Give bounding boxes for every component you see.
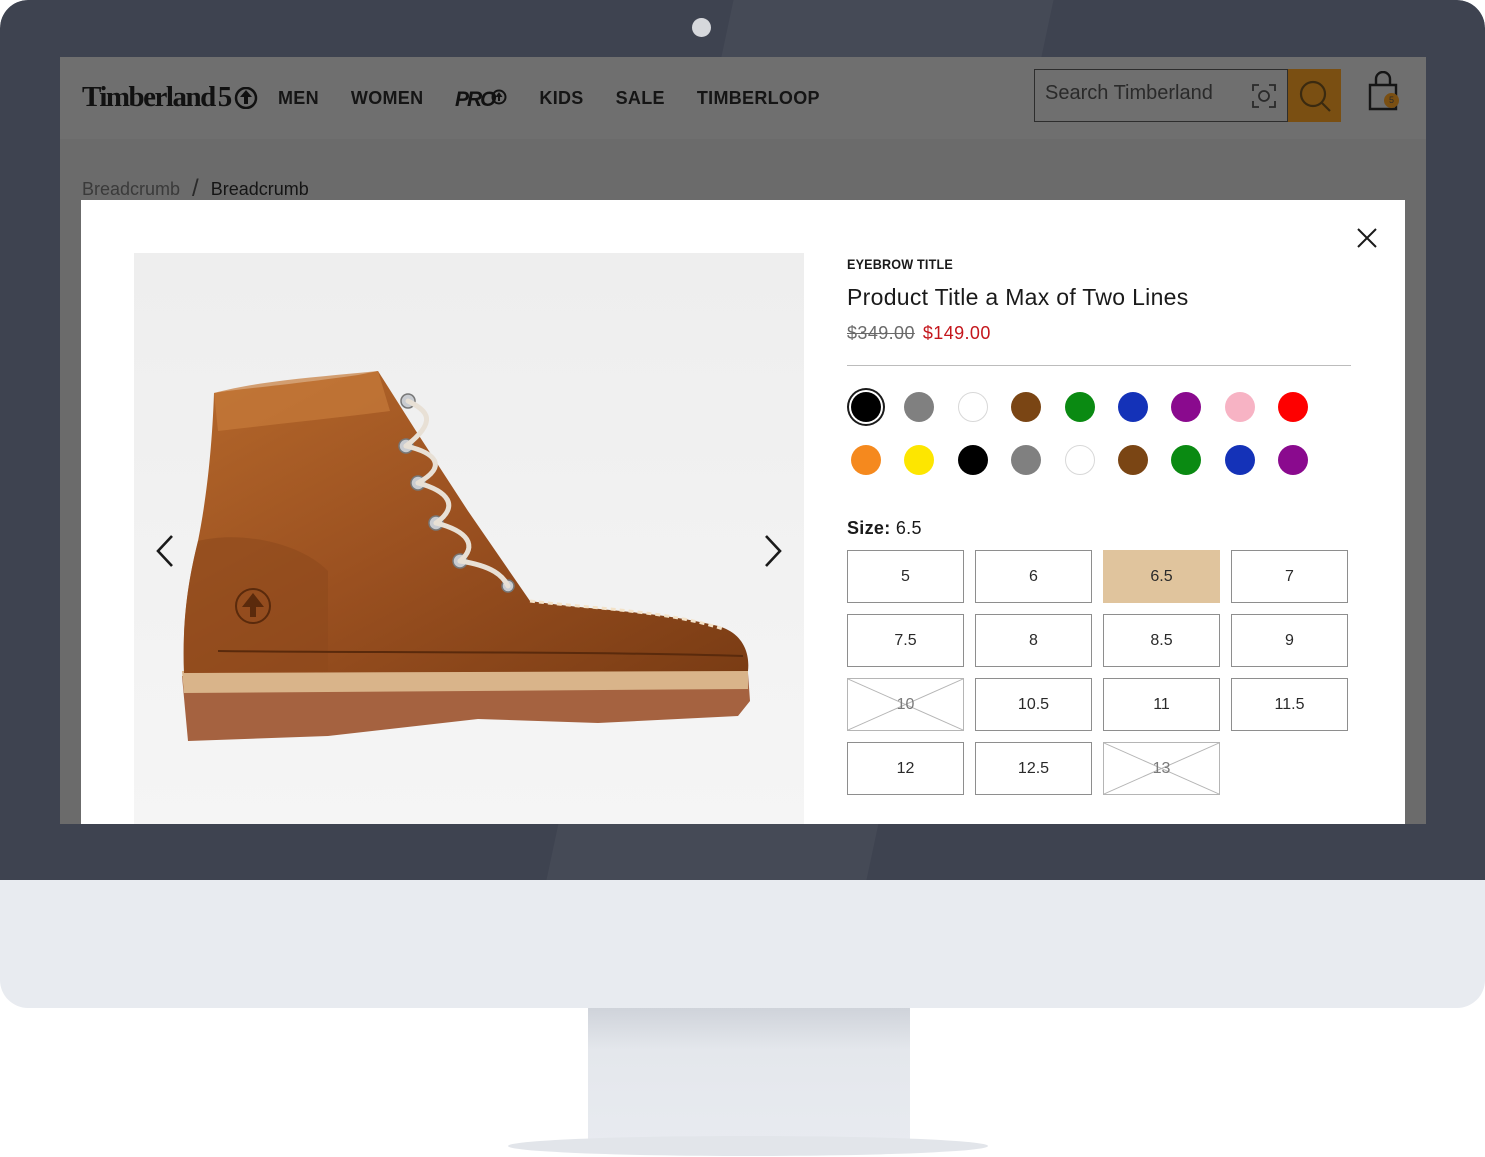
color-swatch[interactable] (1064, 392, 1095, 422)
pro-logo-text: PRO (455, 88, 496, 109)
product-image (182, 371, 750, 741)
size-option[interactable]: 5 (847, 550, 964, 603)
size-option-label: 13 (1152, 759, 1171, 777)
size-option-label: 7 (1285, 567, 1294, 585)
eyebrow-title: EYEBROW TITLE (847, 256, 953, 272)
screen: Timberland 5 MEN WOMEN PRO KIDS SALE TIM… (60, 57, 1426, 824)
size-option-label: 12 (896, 759, 915, 777)
timberland-logo[interactable]: Timberland 5 (82, 81, 258, 114)
quick-view-modal: EYEBROW TITLE Product Title a Max of Two… (81, 200, 1405, 824)
color-swatch[interactable] (957, 392, 988, 422)
color-swatch[interactable] (904, 392, 935, 422)
size-option-label: 8.5 (1150, 631, 1173, 649)
nav-item-men[interactable]: MEN (278, 88, 319, 109)
color-swatch[interactable] (904, 445, 935, 475)
size-option-label: 6.5 (1150, 567, 1173, 585)
monitor-stand-base (508, 1136, 988, 1156)
size-option-label: 11.5 (1274, 695, 1305, 713)
size-option[interactable]: 10 (847, 678, 964, 731)
size-option-label: 7.5 (894, 631, 917, 649)
nav-item-timberloop[interactable]: TIMBERLOOP (697, 88, 820, 109)
product-info: EYEBROW TITLE Product Title a Max of Two… (847, 256, 1357, 344)
price-row: $349.00 $149.00 (847, 323, 1357, 344)
size-option-label: 5 (901, 567, 910, 585)
sale-price: $149.00 (922, 323, 991, 343)
search-box (1034, 69, 1288, 122)
color-swatch[interactable] (1064, 445, 1095, 475)
original-price: $349.00 (847, 323, 915, 343)
color-swatch[interactable] (1224, 445, 1255, 475)
size-option[interactable]: 11 (1103, 678, 1220, 731)
size-option[interactable]: 8 (975, 614, 1092, 667)
size-option-label: 11 (1153, 695, 1170, 713)
shopping-bag-icon[interactable] (1366, 71, 1406, 115)
size-label-text: Size: (847, 518, 891, 538)
color-swatch[interactable] (1278, 392, 1309, 422)
color-swatch[interactable] (1011, 445, 1042, 475)
nav-item-pro-logo[interactable]: PRO (455, 87, 507, 109)
size-option[interactable]: 6 (975, 550, 1092, 603)
search-button[interactable] (1288, 69, 1341, 122)
logo-suffix: 5 (217, 81, 233, 113)
size-option-label: 10.5 (1017, 695, 1050, 713)
nav-item-sale[interactable]: SALE (616, 88, 665, 109)
size-option[interactable]: 12 (847, 742, 964, 795)
size-option-label: 8 (1029, 631, 1038, 649)
monitor-camera (692, 18, 711, 37)
size-option[interactable]: 6.5 (1103, 550, 1220, 603)
breadcrumb-current: Breadcrumb (210, 178, 309, 199)
product-title: Product Title a Max of Two Lines (847, 284, 1189, 310)
size-option[interactable]: 10.5 (975, 678, 1092, 731)
size-option[interactable]: 9 (1231, 614, 1348, 667)
divider (847, 365, 1351, 366)
size-label-value: 6.5 (895, 518, 922, 538)
color-swatch[interactable] (851, 392, 881, 422)
size-option-label: 10 (896, 695, 915, 713)
color-swatch[interactable] (1118, 392, 1148, 422)
nav-item-women[interactable]: WOMEN (351, 88, 424, 109)
color-swatch[interactable] (957, 445, 988, 475)
chevron-left-icon[interactable] (152, 532, 178, 570)
size-option[interactable]: 12.5 (975, 742, 1092, 795)
color-swatch[interactable] (851, 445, 881, 475)
size-option-label: 12.5 (1017, 759, 1050, 777)
monitor-stand (588, 1008, 910, 1148)
size-option[interactable]: 7 (1231, 550, 1348, 603)
size-option[interactable]: 13 (1103, 742, 1220, 795)
color-swatch[interactable] (1171, 392, 1202, 422)
breadcrumb-link[interactable]: Breadcrumb (82, 179, 180, 200)
camera-scan-icon[interactable] (1251, 83, 1277, 109)
size-option-label: 6 (1029, 567, 1038, 585)
breadcrumb: Breadcrumb / Breadcrumb (82, 175, 309, 203)
logo-text: Timberland (82, 81, 216, 113)
color-swatch[interactable] (1171, 445, 1202, 475)
search-icon (1299, 80, 1331, 112)
size-option[interactable]: 8.5 (1103, 614, 1220, 667)
size-option[interactable]: 11.5 (1231, 678, 1348, 731)
color-swatch[interactable] (1278, 445, 1309, 475)
color-swatch[interactable] (1118, 445, 1148, 475)
product-image-carousel (134, 253, 804, 824)
main-nav: MEN WOMEN PRO KIDS SALE TIMBERLOOP (278, 87, 852, 110)
breadcrumb-separator: / (192, 175, 199, 202)
cart-count-badge: 5 (1384, 93, 1399, 108)
site-header: Timberland 5 MEN WOMEN PRO KIDS SALE TIM… (60, 57, 1426, 139)
size-option-label: 9 (1285, 631, 1294, 649)
nav-item-kids[interactable]: KIDS (539, 88, 583, 109)
size-label: Size: 6.5 (847, 518, 922, 539)
chevron-right-icon[interactable] (760, 532, 786, 570)
color-swatch[interactable] (1011, 392, 1042, 422)
size-option[interactable]: 7.5 (847, 614, 964, 667)
search-input[interactable] (1045, 82, 1245, 105)
tree-logo-icon (234, 86, 257, 109)
close-icon[interactable] (1355, 226, 1379, 250)
color-swatch[interactable] (1224, 392, 1255, 422)
